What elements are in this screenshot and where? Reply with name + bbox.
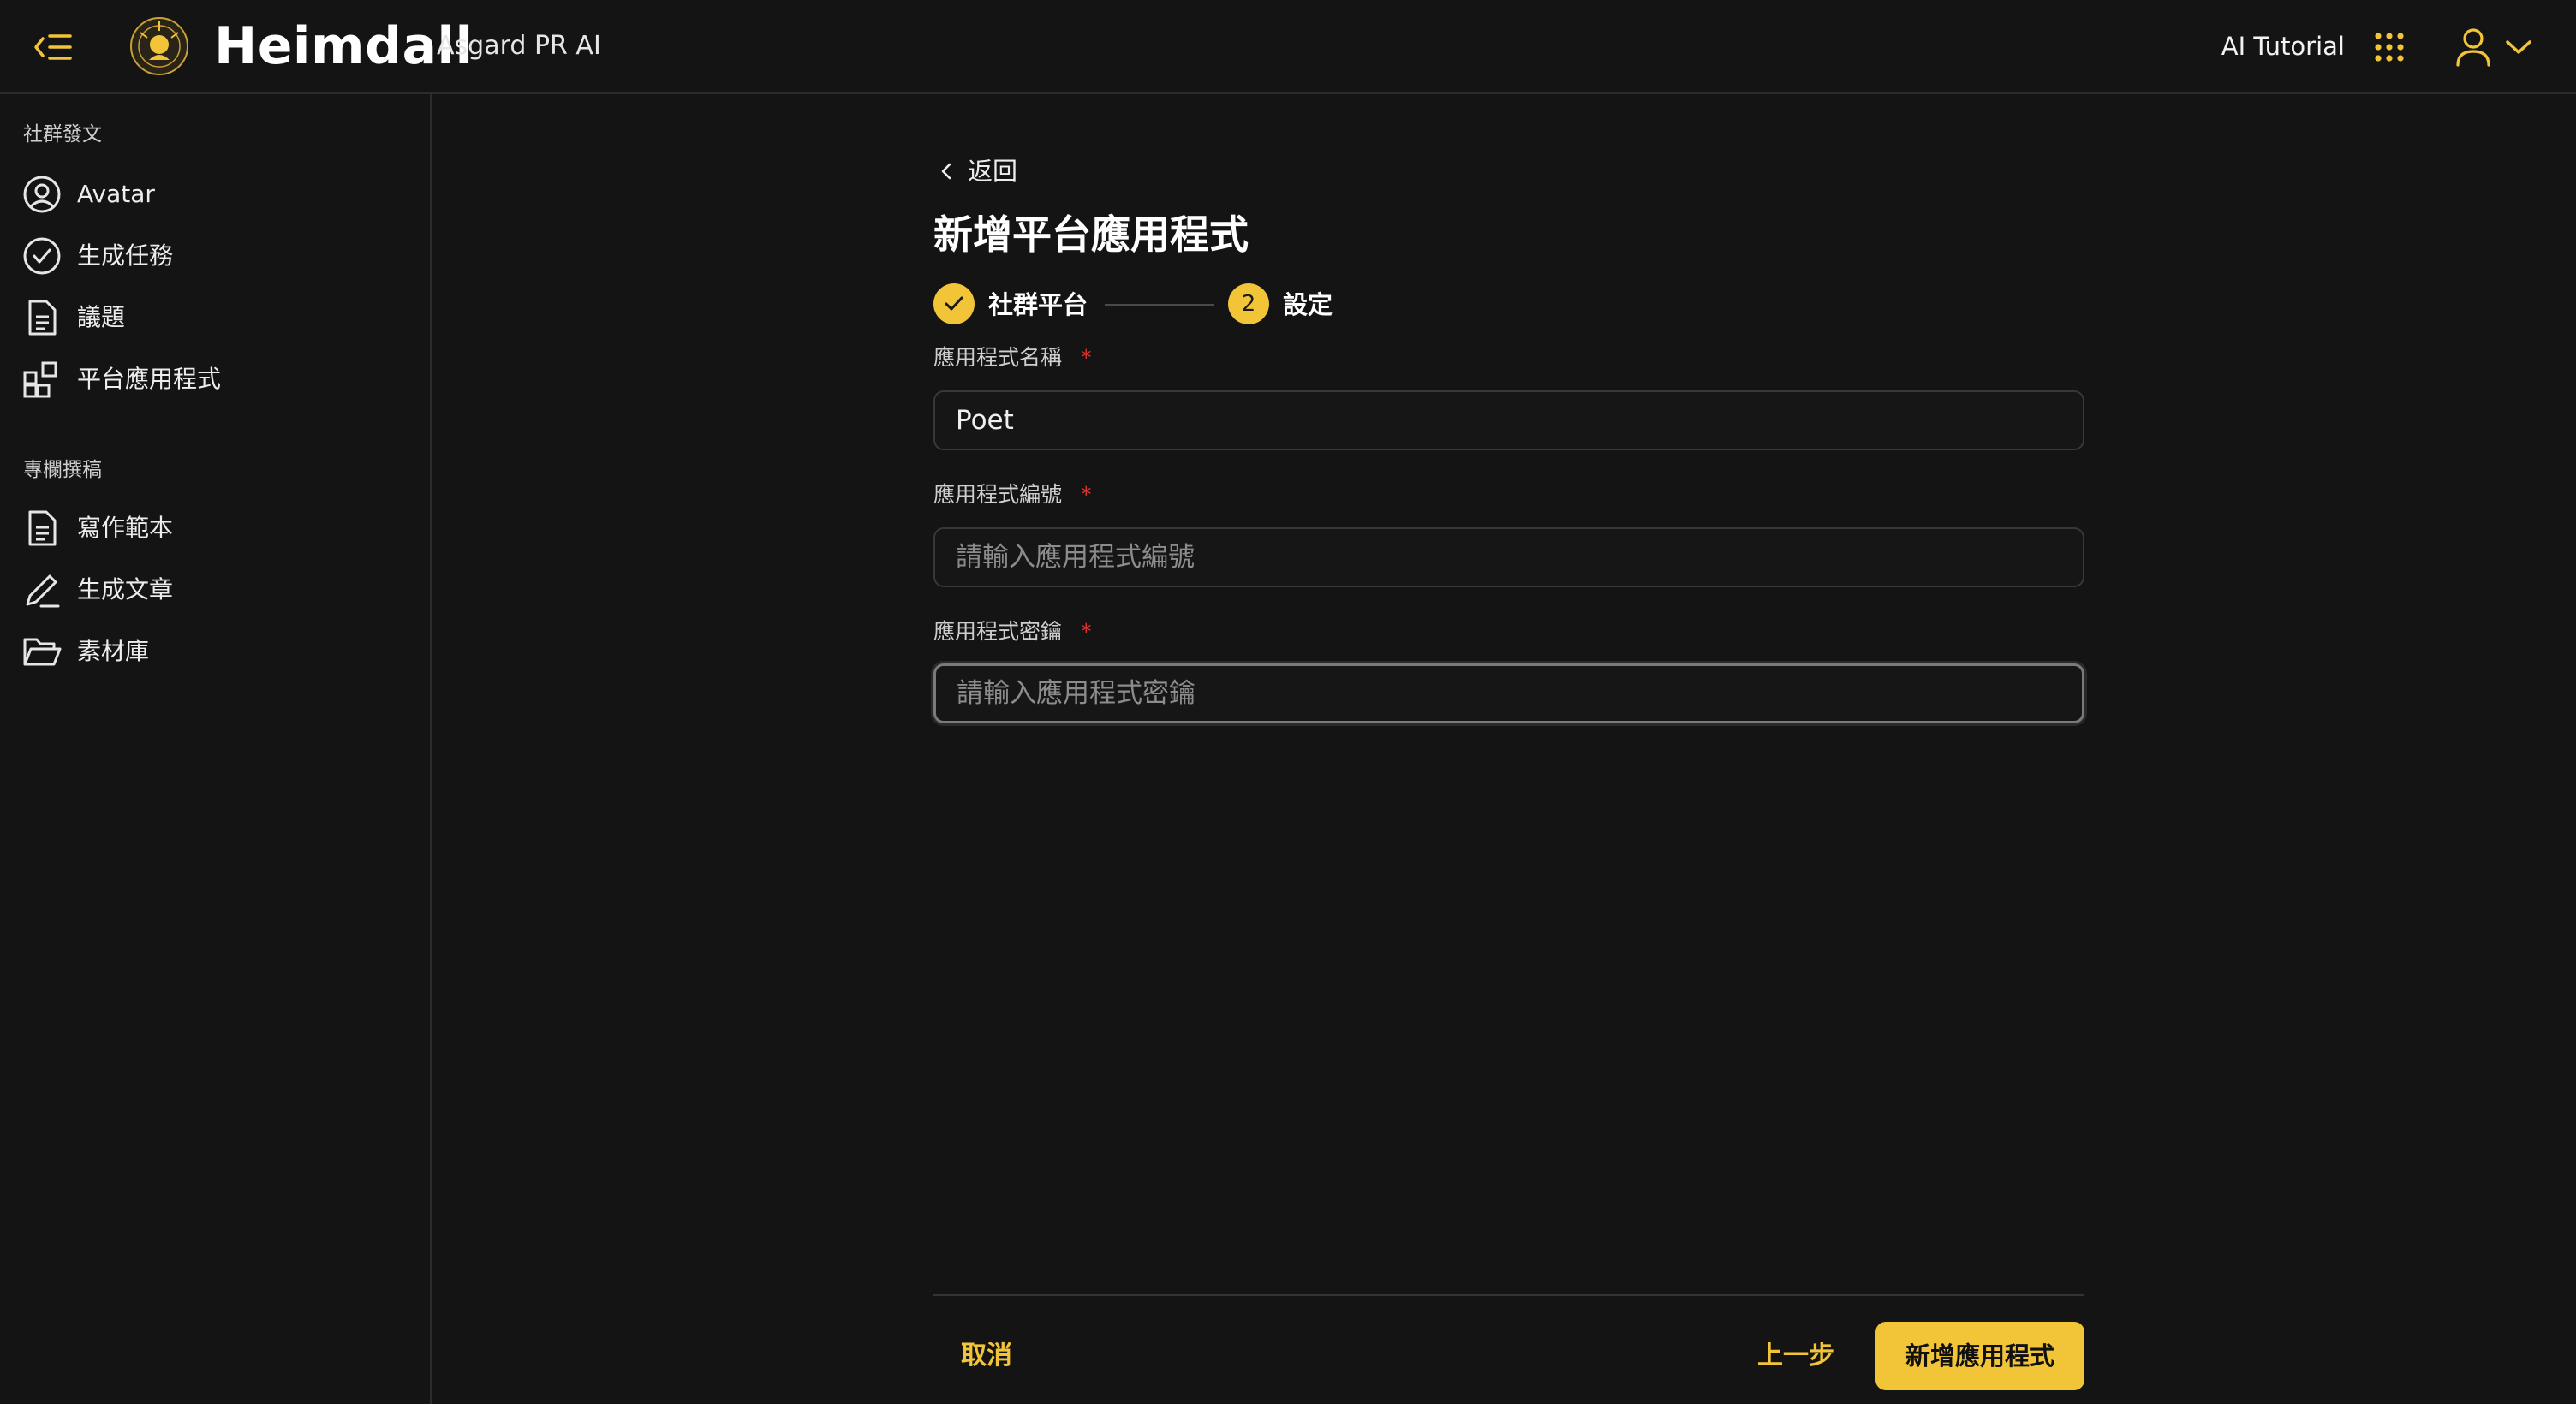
app-name-label: 應用程式名稱 * (933, 345, 1092, 370)
required-mark: * (1081, 619, 1092, 644)
pencil-icon (26, 574, 60, 608)
folder-icon (23, 638, 62, 666)
required-mark: * (1081, 482, 1092, 507)
account-menu-chevron-icon[interactable] (2504, 36, 2533, 58)
ai-tutorial-link[interactable]: AI Tutorial (2221, 29, 2345, 63)
required-mark: * (1081, 345, 1092, 370)
app-id-label: 應用程式編號 * (933, 482, 1092, 507)
brand-name: Heimdall (214, 16, 474, 76)
heimdall-logo-icon (128, 15, 190, 77)
apps-grid-icon (23, 361, 57, 398)
top-bar: Heimdall Asgard PR AI AI Tutorial (0, 0, 2576, 94)
sidebar-item-platform-apps[interactable]: 平台應用程式 (22, 356, 416, 401)
footer-divider (933, 1294, 2084, 1296)
sidebar-item-generate-tasks[interactable]: 生成任務 (22, 233, 416, 277)
step-1-complete-icon (933, 283, 975, 324)
previous-step-button[interactable]: 上一步 (1757, 1339, 1834, 1373)
sidebar-item-writing-templates[interactable]: 寫作範本 (22, 505, 416, 550)
sidebar-item-label: 寫作範本 (77, 514, 174, 542)
sidebar-item-generate-articles[interactable]: 生成文章 (22, 567, 416, 611)
sidebar-item-materials[interactable]: 素材庫 (22, 628, 416, 673)
app-name-input[interactable] (933, 390, 2084, 450)
app-secret-input[interactable] (933, 663, 2084, 723)
back-label: 返回 (968, 157, 1018, 186)
sidebar-item-label: Avatar (77, 180, 155, 208)
cancel-button[interactable]: 取消 (961, 1339, 1012, 1373)
collapse-sidebar-icon[interactable] (33, 28, 74, 66)
step-1-label: 社群平台 (988, 290, 1088, 319)
checkmark-icon (945, 296, 963, 311)
user-account-icon[interactable] (2454, 27, 2492, 67)
apps-launcher-icon[interactable] (2374, 32, 2405, 62)
sidebar-item-label: 平台應用程式 (77, 365, 222, 393)
check-circle-icon (23, 237, 61, 275)
chevron-left-icon (941, 163, 951, 180)
app-secret-label: 應用程式密鑰 * (933, 619, 1092, 644)
document-icon (28, 300, 57, 336)
step-2-label: 設定 (1283, 290, 1333, 319)
page-title: 新增平台應用程式 (933, 211, 1249, 258)
step-2-number: 2 (1228, 283, 1269, 324)
sidebar-item-label: 生成文章 (77, 575, 174, 604)
document-icon (28, 510, 57, 546)
sidebar: 社群發文 Avatar 生成任務 議題 平台應用程式 專欄撰稿 寫作範本 生成文… (0, 94, 432, 1404)
sidebar-item-avatar[interactable]: Avatar (22, 171, 416, 216)
sidebar-section-title: 專欄撰稿 (23, 459, 102, 481)
app-id-input[interactable] (933, 527, 2084, 587)
step-connector (1105, 304, 1214, 306)
brand-subtitle: Asgard PR AI (437, 31, 601, 61)
sidebar-item-topics[interactable]: 議題 (22, 294, 416, 339)
create-app-button[interactable]: 新增應用程式 (1875, 1322, 2084, 1390)
sidebar-item-label: 生成任務 (77, 241, 174, 270)
sidebar-item-label: 素材庫 (77, 637, 150, 665)
sidebar-item-label: 議題 (77, 303, 126, 331)
sidebar-section-title: 社群發文 (23, 123, 102, 146)
user-circle-icon (23, 176, 61, 213)
